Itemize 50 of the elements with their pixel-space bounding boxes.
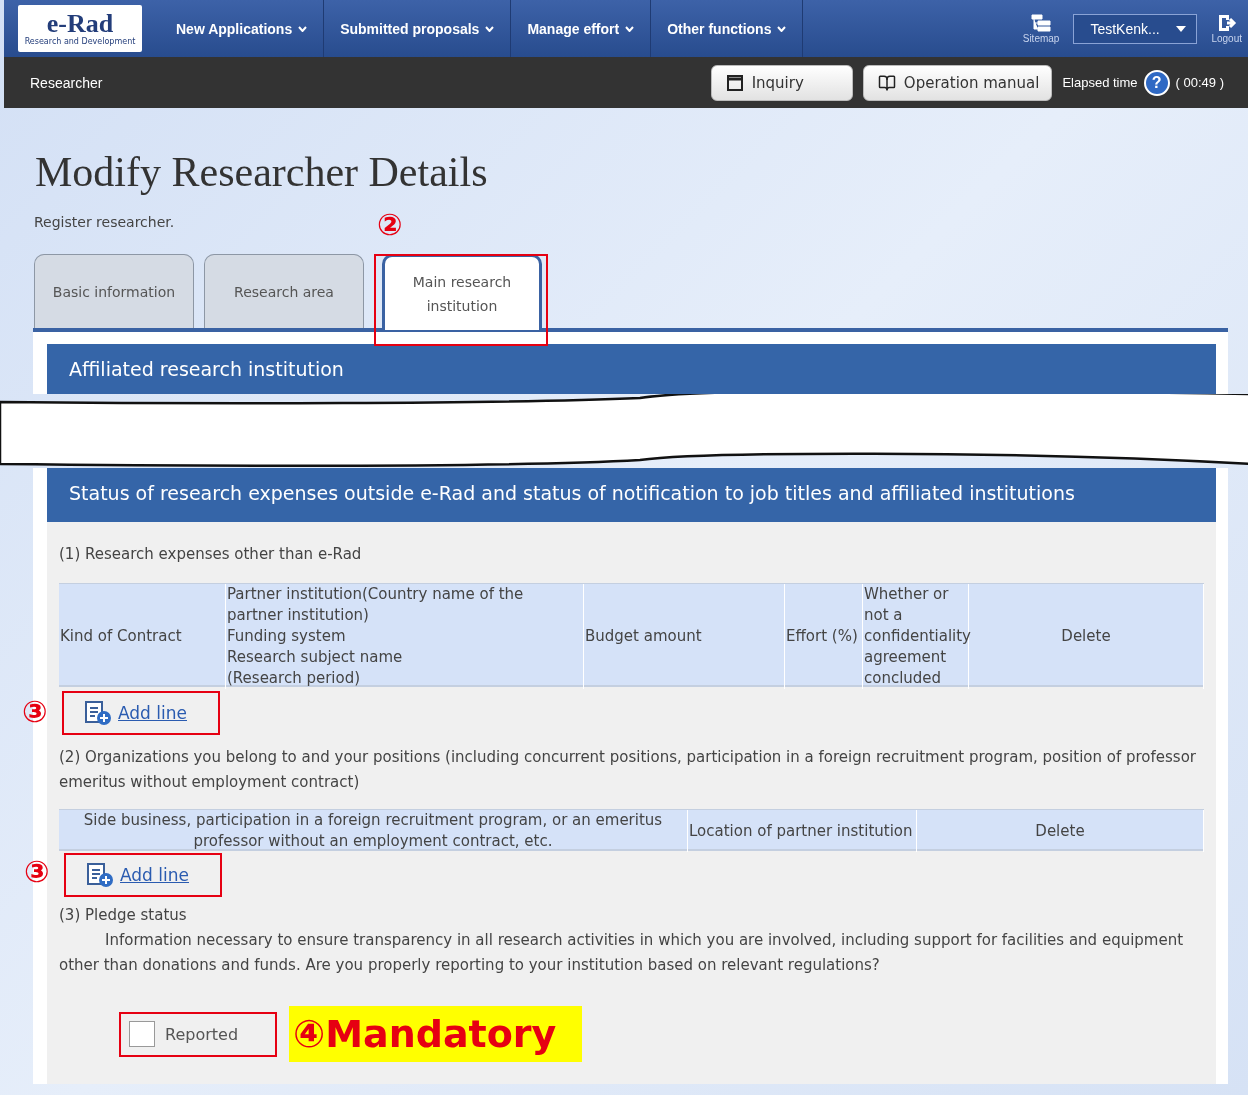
page-subtitle: Register researcher. — [34, 214, 175, 230]
checkbox[interactable] — [129, 1021, 155, 1047]
column-header: Effort (%) — [785, 584, 863, 689]
book-icon — [877, 73, 896, 92]
column-header: Side business, participation in a foreign recruitment program, or an emeritus professor without an employment contract, etc. — [59, 810, 688, 852]
column-header: Delete — [969, 584, 1204, 689]
tab[interactable]: Basic information — [34, 254, 194, 328]
column-header: Kind of Contract — [59, 584, 226, 689]
column-header: Partner institution(Country name of the partner institution) Funding system Research subject name (Research period) — [226, 584, 584, 689]
add-document-icon — [86, 862, 114, 888]
subsection-heading: (3) Pledge status — [59, 905, 188, 926]
e-rad-logo[interactable]: e-Rad Research and Development — [18, 5, 142, 52]
column-header: Budget amount — [584, 584, 785, 689]
elapsed-label: Elapsed time — [1062, 75, 1138, 90]
caret-icon — [1176, 25, 1187, 32]
annotation-number: ③ — [24, 857, 50, 887]
mandatory-note: ④Mandatory — [289, 1006, 583, 1062]
tab[interactable]: Main research institution — [382, 254, 542, 330]
caret-icon — [485, 25, 495, 32]
subsection-heading: (2) Organizations you belong to and your positions (including concurrent positions, participation in a foreign recruitment program, position of professor emeritus without employment contract) — [59, 747, 1197, 793]
section-header: Status of research expenses outside e-Rad and status of notification to job titles and affiliated institutions — [47, 468, 1216, 522]
column-header: Whether or not a confidentiality agreement concluded — [863, 584, 969, 689]
role-label: Researcher — [30, 74, 103, 91]
add-document-icon — [84, 700, 112, 726]
annotation-number: ② — [377, 210, 403, 240]
checkbox-label: Reported — [165, 1024, 239, 1044]
user-select[interactable]: TestKenk... — [1073, 13, 1198, 44]
tab[interactable]: Research area — [204, 254, 364, 328]
annotation-number: ③ — [22, 697, 48, 727]
add-line-link[interactable]: Add line — [120, 865, 189, 885]
pledge-text: Information necessary to ensure transparency in all research activities in which you are involved, including support for facilities and equipment other than donations and funds. Are you properly reporting to your institution based on relevant regulations? — [59, 930, 1185, 976]
window-icon — [725, 73, 744, 92]
subsection-heading: (1) Research expenses other than e-Rad — [59, 544, 363, 565]
section-header: Affiliated research institution — [47, 344, 1216, 394]
logout-button[interactable]: Logout — [1211, 13, 1242, 44]
manual-button[interactable]: Operation manual — [862, 64, 1053, 101]
inquiry-button[interactable]: Inquiry — [710, 64, 853, 101]
caret-icon — [298, 25, 308, 32]
caret-icon — [625, 25, 635, 32]
caret-icon — [777, 25, 787, 32]
help-button[interactable]: ? — [1143, 69, 1170, 96]
reported-checkbox[interactable]: Reported — [119, 1011, 277, 1057]
add-line-link[interactable]: Add line — [118, 703, 187, 723]
sitemap-button[interactable]: Sitemap — [1022, 13, 1060, 44]
column-header: Location of partner institution — [688, 810, 917, 852]
logout-icon — [1216, 13, 1237, 33]
page-title: Modify Researcher Details — [35, 148, 489, 196]
elapsed-time: ( 00:49 ) — [1175, 75, 1224, 90]
column-header: Delete — [917, 810, 1204, 852]
sitemap-icon — [1030, 13, 1053, 33]
